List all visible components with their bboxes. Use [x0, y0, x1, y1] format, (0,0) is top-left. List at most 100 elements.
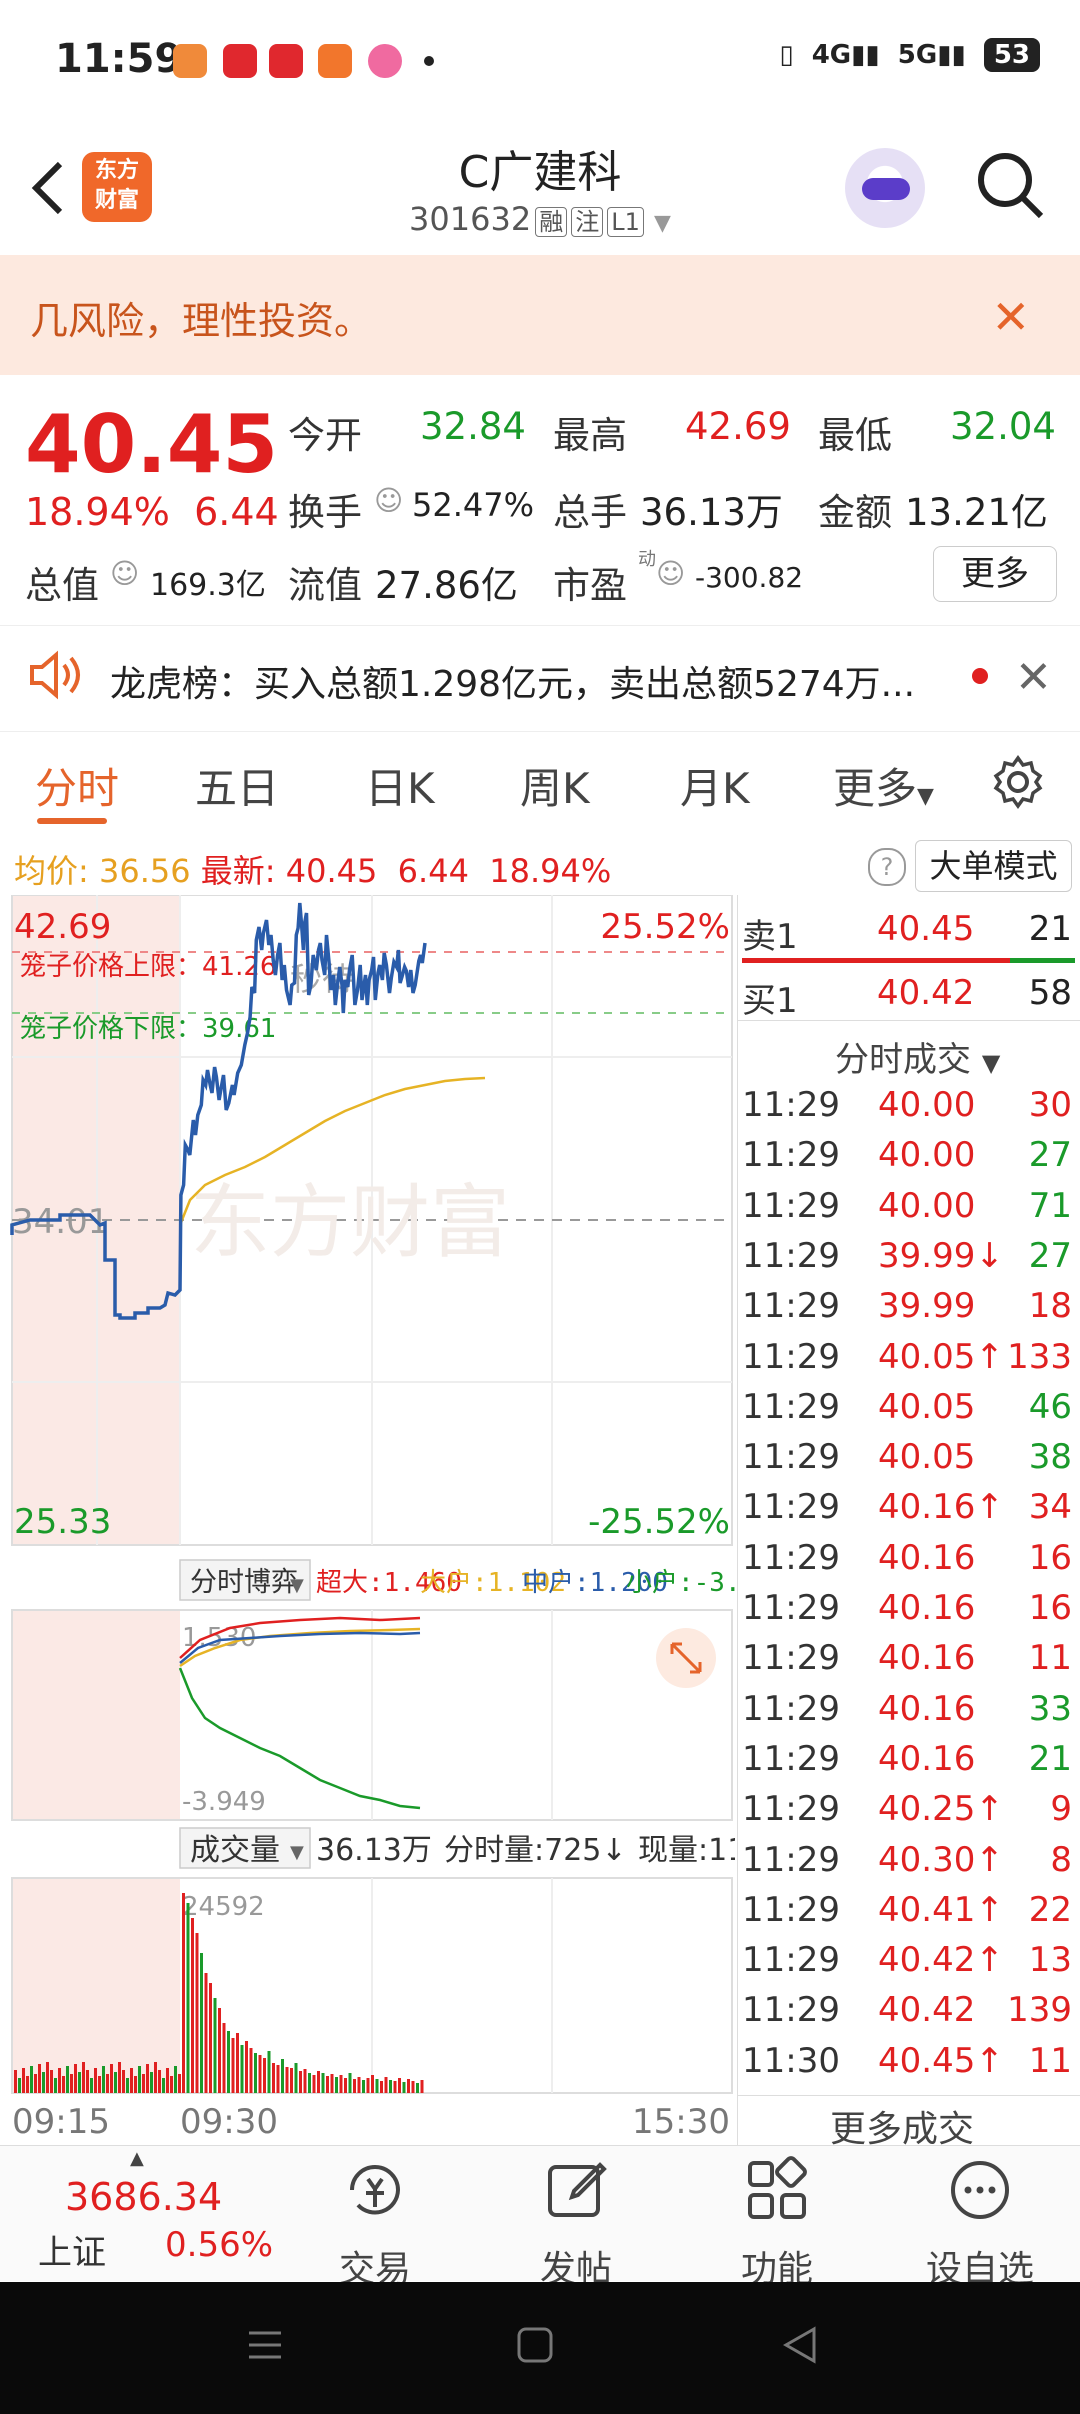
volume-bar — [14, 2070, 17, 2093]
time-label-start: 09:15 — [12, 2102, 110, 2142]
volume-bar — [249, 2048, 253, 2093]
app-notification-icon — [223, 44, 257, 78]
y-max-label: 42.69 — [14, 907, 111, 947]
home-icon[interactable] — [515, 2325, 555, 2365]
volume-bar — [110, 2064, 113, 2093]
volume-bar — [254, 2053, 257, 2093]
trade-row: 11:29 40.41↑ 22 — [742, 1890, 1072, 1940]
volume-bar — [38, 2064, 41, 2093]
volume-bar — [236, 2033, 239, 2093]
lower-panels[interactable]: 分时博弈 ▼ 超大:1.460 大户:1.102 中户:1.200 小户:-3.… — [0, 1548, 735, 2148]
help-icon[interactable]: ? — [868, 848, 906, 886]
trade-row: 11:29 40.00 30 — [742, 1085, 1072, 1135]
trade-price: 40.16 — [878, 1638, 976, 1679]
volume-bar — [22, 2068, 25, 2093]
news-text[interactable]: 龙虎榜：买入总额1.298亿元，卖出总额5274万... — [110, 655, 915, 707]
volume-bar — [240, 2045, 244, 2093]
trade-price: 40.16 — [878, 1738, 976, 1779]
tab-more[interactable]: 更多▼ — [833, 755, 934, 816]
app-notification-icon — [318, 44, 352, 78]
volume-bar — [174, 2066, 177, 2093]
order-book: 卖1 40.45 21 买1 40.42 58 — [737, 895, 1080, 1021]
sell-ratio-bar — [742, 958, 1010, 963]
volume-bar — [312, 2075, 316, 2093]
collapse-caret-icon[interactable]: ▲ — [130, 2148, 144, 2169]
search-icon[interactable] — [975, 150, 1045, 220]
active-tab-indicator — [37, 818, 107, 824]
trades-title[interactable]: 分时成交 ▼ — [835, 1032, 1000, 1081]
tab-daily-k[interactable]: 日K — [365, 755, 435, 816]
recents-icon[interactable] — [245, 2325, 285, 2365]
info-icon[interactable]: ☺ — [110, 557, 139, 590]
trade-row: 11:29 40.05 46 — [742, 1387, 1072, 1437]
tab-monthly-k[interactable]: 月K — [680, 755, 750, 816]
trade-time: 11:29 — [742, 1889, 840, 1930]
volume-bar — [407, 2079, 410, 2093]
vibrate-icon: ▯ — [779, 40, 794, 70]
volume-bar — [126, 2078, 129, 2093]
index-pct[interactable]: 0.56% — [165, 2225, 273, 2265]
volume-bar — [371, 2075, 374, 2093]
volume-bar — [384, 2077, 388, 2093]
volume-bar — [130, 2068, 133, 2093]
trade-volume: 8 — [1050, 1839, 1072, 1880]
functions-icon[interactable] — [742, 2155, 812, 2225]
close-icon[interactable]: ✕ — [1015, 652, 1052, 703]
tag-registered: 注 — [571, 207, 604, 237]
volume-bar — [150, 2072, 153, 2093]
vol-max: 24592 — [182, 1892, 265, 1922]
pe-label: 市盈 — [553, 564, 627, 607]
trade-volume: 71 — [1028, 1185, 1072, 1226]
tag-margin: 融 — [535, 207, 568, 237]
trade-volume: 9 — [1050, 1789, 1072, 1830]
trade-row: 11:29 40.16 33 — [742, 1689, 1072, 1739]
info-icon[interactable]: ☺ — [374, 484, 403, 517]
volume-bar — [299, 2071, 302, 2093]
more-button[interactable]: 更多 — [933, 546, 1057, 602]
index-value[interactable]: 3686.34 — [65, 2175, 222, 2219]
volume-bar — [58, 2068, 61, 2093]
turnover-value: 52.47% — [412, 486, 535, 524]
tab-weekly-k[interactable]: 周K — [520, 755, 590, 816]
trade-time: 11:29 — [742, 1537, 840, 1578]
avg-price-line: 均价: 36.56 最新: 40.45 6.44 18.94% — [14, 852, 612, 890]
trade-volume: 33 — [1028, 1688, 1072, 1729]
gear-icon[interactable] — [990, 754, 1046, 810]
trade-time: 11:29 — [742, 1688, 840, 1729]
tab-five-day[interactable]: 五日 — [195, 755, 279, 816]
buy1-label: 买1 — [742, 981, 798, 1021]
trade-row: 11:29 40.30↑ 8 — [742, 1840, 1072, 1890]
volume-bar — [42, 2072, 45, 2093]
back-icon[interactable] — [780, 2325, 820, 2365]
buy1-volume: 58 — [1028, 973, 1072, 1013]
close-icon[interactable]: ✕ — [991, 290, 1030, 344]
volume-bar — [393, 2081, 397, 2093]
big-order-mode-button[interactable]: 大单模式 — [915, 840, 1072, 892]
vol-label: 成交量 — [190, 1833, 280, 1868]
volume-bar — [416, 2083, 419, 2093]
trade-time: 11:30 — [742, 2040, 840, 2081]
volume-bar — [34, 2074, 37, 2093]
info-icon[interactable]: ☺ — [656, 557, 685, 590]
post-icon[interactable] — [542, 2155, 612, 2225]
trade-row: 11:29 40.00 27 — [742, 1135, 1072, 1185]
tab-intraday[interactable]: 分时 — [35, 755, 119, 816]
volume-bar — [54, 2078, 57, 2093]
trade-price: 40.00 — [878, 1135, 976, 1176]
volume-bar — [285, 2067, 289, 2093]
trade-icon[interactable] — [340, 2155, 410, 2225]
sell1-price: 40.45 — [877, 909, 975, 949]
trade-price: 40.16 — [878, 1688, 976, 1729]
add-watchlist-icon[interactable] — [945, 2155, 1015, 2225]
volume-bar — [118, 2062, 121, 2093]
volume-bar — [258, 2055, 262, 2093]
trade-row: 11:30 40.45↑ 11 — [742, 2041, 1072, 2091]
signal-4g-icon: 4G▮▮ — [811, 40, 880, 70]
speaker-icon — [30, 650, 80, 700]
volume-bar — [420, 2080, 424, 2093]
trade-volume: 133 — [1007, 1336, 1072, 1377]
volume-bar — [218, 2008, 221, 2093]
volume-bar — [290, 2068, 293, 2093]
clock: 11:59 — [55, 36, 183, 82]
index-name[interactable]: 上证 — [38, 2225, 106, 2274]
